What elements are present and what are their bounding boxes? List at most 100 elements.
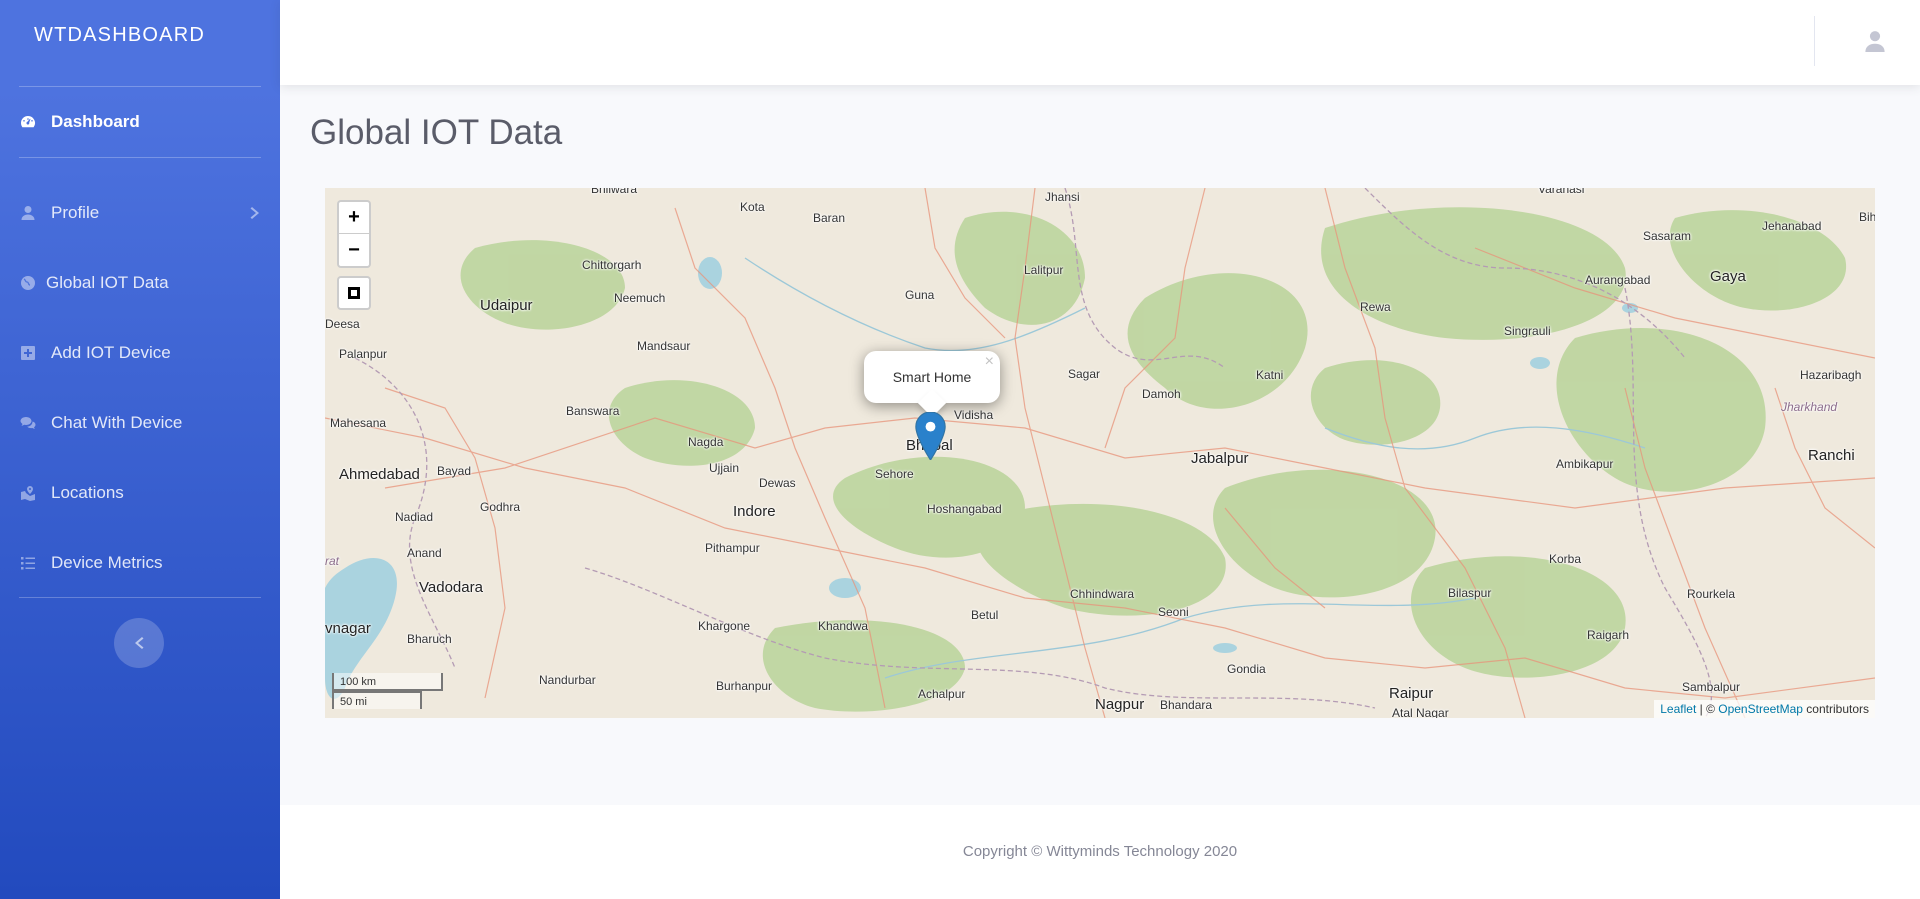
map-place-label: Palanpur	[339, 347, 388, 361]
map-place-label: Jehanabad	[1762, 219, 1822, 233]
sidebar-item-locations[interactable]: Locations	[19, 478, 261, 508]
zoom-in-button[interactable]: +	[339, 202, 369, 234]
map-place-label: Bharuch	[407, 632, 452, 646]
map-place-label: Korba	[1549, 552, 1582, 566]
map-place-label: Banswara	[566, 404, 620, 418]
sidebar-item-label: Device Metrics	[51, 553, 163, 572]
map-place-label: Mandsaur	[637, 339, 691, 353]
map-place-label: Mahesana	[330, 416, 387, 430]
map-place-label: Rewa	[1360, 300, 1391, 314]
map-place-label: Vidisha	[954, 408, 994, 422]
map-place-label: Indore	[733, 503, 776, 520]
leaflet-link[interactable]: Leaflet	[1660, 702, 1696, 716]
fullscreen-button[interactable]	[337, 276, 371, 310]
sidebar-divider	[19, 86, 261, 87]
map-place-label: Ranchi	[1808, 447, 1855, 464]
map-place-label: Raigarh	[1587, 628, 1630, 642]
map-place-label: Guna	[905, 288, 935, 302]
sidebar-item-global-iot-data[interactable]: Global IOT Data	[19, 268, 261, 298]
map-marked-icon	[19, 484, 37, 502]
attribution-separator: | ©	[1696, 702, 1719, 716]
map-place-label: Khandwa	[818, 619, 869, 633]
map-place-label: Bhilwara	[591, 188, 638, 196]
map-place-label: vnagar	[325, 620, 371, 637]
copyright-text: Copyright © Wittyminds Technology 2020	[962, 843, 1238, 860]
map-place-label: Khargone	[698, 619, 751, 633]
map-place-label: Bih	[1859, 210, 1875, 224]
sidebar-item-label: Chat With Device	[51, 413, 183, 432]
map-place-label: Gondia	[1227, 662, 1266, 676]
map-place-label: Hoshangabad	[927, 502, 1002, 516]
map-place-label: Katni	[1256, 368, 1284, 382]
chevron-left-icon	[132, 636, 146, 650]
map-place-label: Udaipur	[480, 297, 533, 314]
map-place-label: Bayad	[437, 464, 472, 478]
map-place-label: Nandurbar	[539, 673, 596, 687]
map-place-label: Singrauli	[1504, 324, 1551, 338]
map-place-label: Dewas	[759, 476, 796, 490]
sidebar-item-label: Locations	[51, 483, 124, 502]
page-title: Global IOT Data	[310, 113, 563, 152]
scale-km: 100 km	[332, 673, 443, 691]
sidebar-item-chat-with-device[interactable]: Chat With Device	[19, 408, 261, 438]
map-place-label: Jharkhand	[1781, 400, 1838, 414]
map-place-label: Vadodara	[419, 579, 483, 596]
map-place-label: Hazaribagh	[1800, 368, 1862, 382]
user-icon	[1864, 31, 1886, 56]
map-marker-icon[interactable]	[915, 412, 946, 460]
popup-label: Smart Home	[892, 369, 972, 385]
map-place-label: Deesa	[325, 317, 360, 331]
map-place-label: Aurangabad	[1585, 273, 1651, 287]
map-place-label: Seoni	[1158, 605, 1189, 619]
map-place-label: Nagpur	[1095, 696, 1145, 713]
chevron-right-icon	[249, 205, 261, 225]
openstreetmap-link[interactable]: OpenStreetMap	[1718, 702, 1803, 716]
user-menu-button[interactable]	[1864, 30, 1888, 54]
sidebar-toggle-button[interactable]	[114, 618, 164, 668]
sidebar: WTDASHBOARD Dashboard Profile Global IOT…	[0, 0, 280, 899]
zoom-control: + −	[337, 200, 371, 268]
sidebar-divider	[19, 597, 261, 598]
map-place-label: Bhandara	[1160, 698, 1213, 712]
map-attribution: Leaflet | © OpenStreetMap contributors	[1654, 700, 1875, 718]
map-place-label: Chhindwara	[1070, 587, 1135, 601]
sidebar-item-label: Add IOT Device	[51, 343, 171, 362]
map-place-label: Neemuch	[614, 291, 666, 305]
fullscreen-icon	[348, 287, 360, 299]
brand-logo[interactable]: WTDASHBOARD	[34, 24, 205, 47]
sidebar-item-device-metrics[interactable]: Device Metrics	[19, 548, 261, 578]
marker-popup: Smart Home ×	[864, 351, 1000, 418]
sidebar-item-add-iot-device[interactable]: Add IOT Device	[19, 338, 261, 368]
map-place-label: rat	[325, 554, 340, 568]
map-place-label: Sehore	[875, 467, 914, 481]
plus-square-icon	[19, 344, 37, 362]
map-place-label: Pithampur	[705, 541, 760, 555]
map-place-label: Gaya	[1710, 268, 1746, 285]
map-place-label: Burhanpur	[716, 679, 773, 693]
list-icon	[19, 554, 37, 572]
map-place-label: Ambikapur	[1556, 457, 1614, 471]
map-place-label: Achalpur	[918, 687, 966, 701]
map-tiles	[325, 188, 1875, 718]
map-place-label: Jhansi	[1045, 190, 1080, 204]
map-place-label: Chittorgarh	[582, 258, 642, 272]
map-container[interactable]: Bhilwara Kota Baran Jhansi Varanasi Jeha…	[325, 188, 1875, 718]
popup-close-button[interactable]: ×	[985, 353, 994, 371]
sidebar-divider	[19, 157, 261, 158]
scale-mi: 50 mi	[332, 691, 422, 709]
sidebar-item-dashboard[interactable]: Dashboard	[19, 107, 261, 137]
map-place-label: Jabalpur	[1191, 450, 1249, 467]
map-place-label: Atal Nagar	[1392, 706, 1449, 718]
attribution-suffix: contributors	[1802, 702, 1869, 716]
zoom-out-button[interactable]: −	[339, 234, 369, 266]
sidebar-item-profile[interactable]: Profile	[19, 198, 261, 228]
topbar-divider	[1814, 16, 1815, 66]
footer: Copyright © Wittyminds Technology 2020	[280, 805, 1920, 899]
map-place-label: Kota	[740, 200, 765, 214]
user-icon	[19, 204, 37, 222]
comments-icon	[19, 414, 37, 432]
map-place-label: Ujjain	[709, 461, 740, 475]
sidebar-item-label: Dashboard	[51, 112, 140, 131]
sidebar-item-label: Global IOT Data	[46, 273, 169, 292]
map-place-label: Varanasi	[1538, 188, 1585, 196]
